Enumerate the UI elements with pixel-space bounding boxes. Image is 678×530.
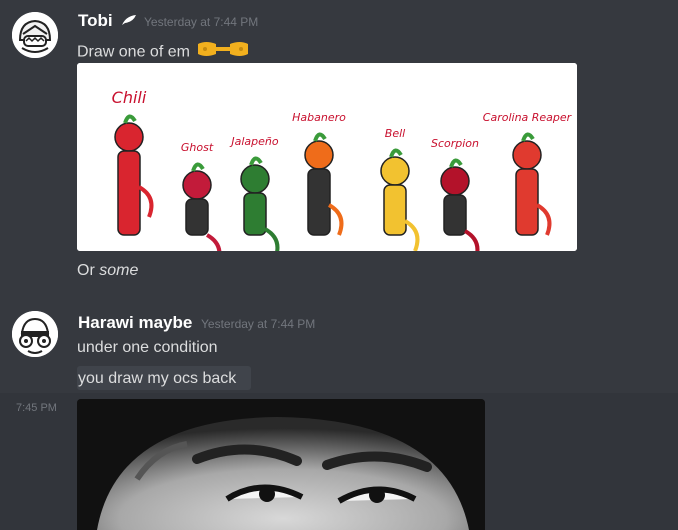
image-attachment-peppers[interactable]: Chili Ghost Jalapeño Habanero Bell Scorpion Ca… xyxy=(77,63,577,251)
avatar-harawi-art xyxy=(12,311,58,357)
pepper-character-head xyxy=(440,166,470,196)
pepper-character-head xyxy=(380,156,410,186)
username-tobi-text: Tobi xyxy=(78,11,113,30)
pepper-character-head xyxy=(240,164,270,194)
leaf-icon xyxy=(121,11,137,31)
username-tobi[interactable]: Tobi xyxy=(78,11,137,31)
message-text-some-italic: some xyxy=(99,262,139,279)
username-harawi[interactable]: Harawi maybe xyxy=(78,313,192,333)
pepper-character-body xyxy=(383,184,407,236)
pepper-characters-drawing: Chili Ghost Jalapeño Habanero Bell Scorpion Ca… xyxy=(77,63,577,251)
message-text-draw-ocs: you draw my ocs back xyxy=(78,370,237,387)
timestamp-harawi: Yesterday at 7:44 PM xyxy=(201,317,316,331)
avatar-tobi[interactable] xyxy=(12,12,58,58)
hover-timestamp: 7:45 PM xyxy=(16,402,57,414)
message-text-draw-content: Draw one of em xyxy=(77,43,190,61)
message-text-condition: under one condition xyxy=(77,339,218,356)
pepper-character-head xyxy=(512,140,542,170)
pepper-character-body xyxy=(443,194,467,236)
pepper-character-label: Carolina Reaper xyxy=(483,111,573,124)
pepper-character-head xyxy=(304,140,334,170)
pepper-character-body xyxy=(185,198,209,236)
image-attachment-trollface[interactable] xyxy=(77,399,485,530)
pepper-character-head xyxy=(114,122,144,152)
pepper-character-body xyxy=(515,168,539,236)
avatar-tobi-art xyxy=(12,12,58,58)
trollface-image xyxy=(77,399,485,530)
pepper-character-label: Ghost xyxy=(181,141,214,154)
pepper-character-label: Scorpion xyxy=(431,137,479,150)
avatar-harawi[interactable] xyxy=(12,311,58,357)
pepper-character-label: Chili xyxy=(112,88,147,107)
timestamp-tobi: Yesterday at 7:44 PM xyxy=(144,15,259,29)
pepper-character-body xyxy=(243,192,267,236)
pepper-character-body xyxy=(117,150,141,236)
pepper-character-label: Jalapeño xyxy=(229,135,279,148)
message-text-or: Or xyxy=(77,262,100,279)
pepper-character-body xyxy=(307,168,331,236)
pepper-character-label: Habanero xyxy=(292,111,346,124)
message-text-or-some: Or some xyxy=(77,262,138,280)
message-text-draw: Draw one of em xyxy=(77,40,250,65)
pepper-character-head xyxy=(182,170,212,200)
pointing-fingers-emoji xyxy=(196,40,250,65)
pepper-character-label: Bell xyxy=(385,127,405,140)
